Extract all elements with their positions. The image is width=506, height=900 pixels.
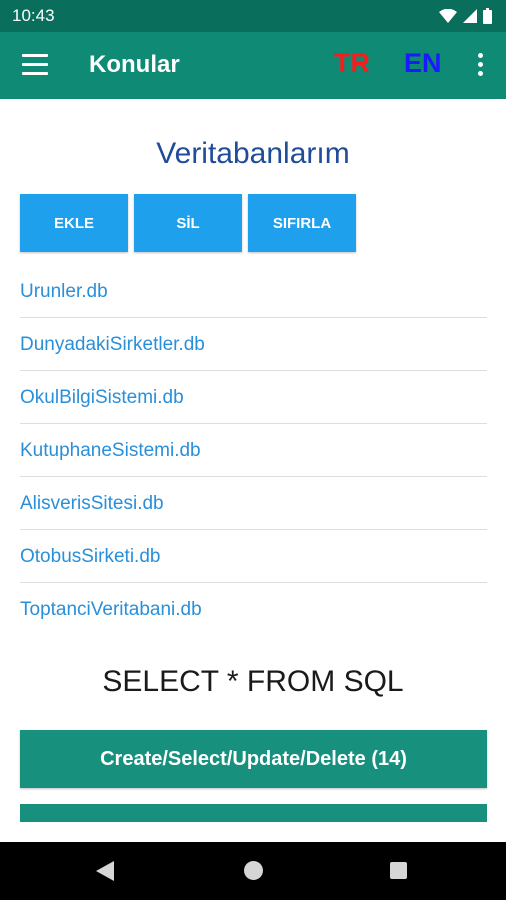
database-item[interactable]: OkulBilgiSistemi.db [20,372,487,424]
status-icons [439,8,492,24]
add-button[interactable]: EKLE [20,194,128,252]
database-item[interactable]: OtobusSirketi.db [20,531,487,583]
sql-section-title: SELECT * FROM SQL [102,665,404,698]
back-icon[interactable] [96,861,114,881]
hamburger-menu-icon[interactable] [22,54,48,76]
more-options-icon[interactable] [474,53,486,79]
database-item[interactable]: DunyadakiSirketler.db [20,319,487,371]
databases-title: Veritabanlarım [156,137,350,170]
database-item[interactable]: ToptanciVeritabani.db [20,584,487,636]
page-title: Konular [89,51,180,78]
navigation-bar [0,842,506,900]
database-item[interactable]: KutuphaneSistemi.db [20,425,487,477]
next-section-button[interactable] [20,804,487,822]
home-icon[interactable] [244,861,263,880]
recent-apps-icon[interactable] [390,862,407,879]
phone-screen: 10:43 Konular TR EN Veritabanlarım EKLE … [0,0,506,900]
language-tr-button[interactable]: TR [334,48,370,79]
delete-button[interactable]: SİL [134,194,242,252]
language-en-button[interactable]: EN [404,48,442,79]
database-item[interactable]: AlisverisSitesi.db [20,478,487,530]
app-bar: Konular TR EN [0,32,506,99]
database-item[interactable]: Urunler.db [20,266,487,318]
crud-button[interactable]: Create/Select/Update/Delete (14) [20,730,487,788]
battery-icon [483,8,492,24]
database-list: Urunler.db DunyadakiSirketler.db OkulBil… [20,266,487,637]
wifi-icon [439,9,457,23]
reset-button[interactable]: SIFIRLA [248,194,356,252]
status-time: 10:43 [12,6,55,25]
signal-icon [463,9,477,23]
database-actions: EKLE SİL SIFIRLA [20,194,356,252]
status-bar: 10:43 [0,0,506,32]
